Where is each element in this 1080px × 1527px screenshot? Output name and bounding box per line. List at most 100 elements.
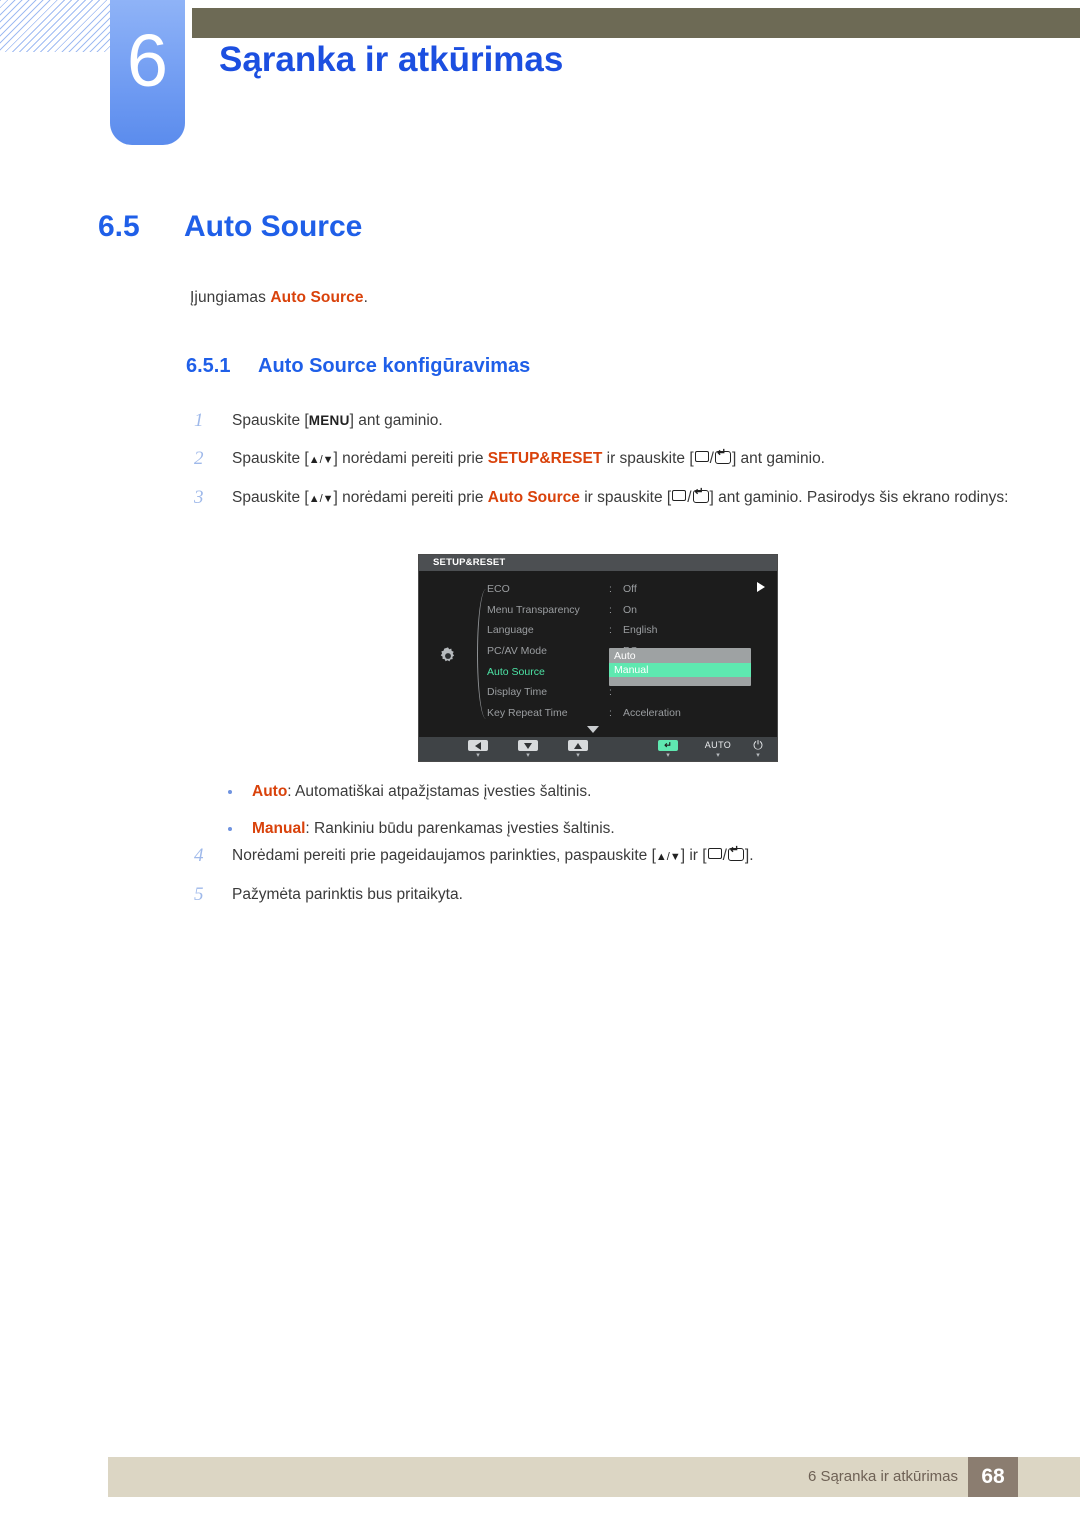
intro-paragraph: Įjungiamas Auto Source. [190,289,368,307]
section-title: Auto Source [184,210,363,243]
key-tick-marker: ▾ [756,752,760,759]
step-number: 3 [194,487,204,508]
osd-popup-option[interactable]: Manual [609,663,751,677]
page-footer: 6 Sąranka ir atkūrimas 68 [108,1457,1080,1497]
decorative-hatch-pattern [0,0,110,52]
gear-icon [440,647,455,662]
box-key-icon [707,848,722,859]
osd-option-popup[interactable]: Auto Manual [609,648,751,686]
step-item: 1 Spauskite [MENU] ant gaminio. [190,408,1020,434]
inline-keyword: Auto Source [487,489,580,506]
up-arrow-glyph [568,740,588,751]
numbered-steps-first: 1 Spauskite [MENU] ant gaminio. 2 Spauskite… [190,408,1020,524]
enter-key-icon [714,448,731,464]
subsection-heading: 6.5.1 Auto Source konfigūravimas [186,355,530,378]
up-arrow-key[interactable]: ▾ [561,740,595,760]
step-text: Spauskite [MENU] ant gaminio. [232,412,443,429]
box-key-icon [672,490,687,501]
step-item: 3 Spauskite [▲/▼] norėdami pereiti prie A… [190,485,1020,512]
section-heading: 6.5 Auto Source [98,210,362,244]
power-icon: ⏻ [753,738,763,752]
step-item: 5 Pažymėta parinktis bus pritaikyta. [190,882,1020,908]
step-number: 1 [194,410,204,431]
step-text: Pažymėta parinktis bus pritaikyta. [232,886,463,903]
step-text: Spauskite [▲/▼] norėdami pereiti prie Au… [232,487,1008,506]
bullet-keyword: Manual [252,820,306,837]
osd-menu-row[interactable]: Key Repeat Time: Acceleration [487,703,779,724]
chapter-number: 6 [126,19,169,102]
bullet-keyword: Auto [252,783,288,800]
footer-chapter-label: 6 Sąranka ir atkūrimas [807,1468,958,1485]
osd-popup-option[interactable]: Auto [609,649,751,663]
intro-prefix: Įjungiamas [190,289,271,306]
osd-row-label: PC/AV Mode [487,645,547,658]
enter-key-icon [727,845,744,861]
osd-row-separator: : [609,603,612,616]
step-item: 2 Spauskite [▲/▼] norėdami pereiti prie S… [190,446,1020,473]
chapter-tab: 6 [110,0,185,145]
enter-key-icon [692,487,709,503]
osd-row-separator: : [609,624,612,637]
osd-menu-screenshot: SETUP&RESET ECO: Off Menu Transparency: On L… [418,554,778,762]
step-number: 4 [194,845,204,866]
subsection-title: Auto Source konfigūravimas [258,355,531,377]
osd-row-value: Acceleration [623,706,681,719]
step-text: Spauskite [▲/▼] norėdami pereiti prie SE… [232,448,825,467]
bullet-item: Manual: Rankiniu būdu parenkamas įvestie… [190,817,1020,841]
osd-row-separator: : [609,583,612,596]
step-text: Norėdami pereiti prie pageidaujamos pari… [232,845,754,864]
numbered-steps-second: 4 Norėdami pereiti prie pageidaujamos par… [190,843,1020,920]
step-number: 5 [194,884,204,905]
step-item: 4 Norėdami pereiti prie pageidaujamos par… [190,843,1020,870]
osd-menu-row[interactable]: Language: English [487,620,779,641]
updown-arrow-icon: ▲/▼ [308,493,334,505]
down-arrow-glyph [518,740,538,751]
right-arrow-icon [757,582,765,592]
enter-key[interactable]: ↵ ▾ [651,740,685,760]
key-tick-marker: ▾ [576,752,580,759]
osd-menu-row[interactable]: Menu Transparency: On [487,600,779,621]
osd-row-value: Off [623,583,637,596]
down-arrow-key[interactable]: ▾ [511,740,545,760]
osd-row-label: Key Repeat Time [487,706,568,719]
osd-row-label: Language [487,624,534,637]
osd-row-separator: : [609,686,612,699]
osd-menu-row[interactable]: ECO: Off [487,579,779,600]
osd-row-label: Auto Source [487,665,545,678]
power-key[interactable]: ⏻ ▾ [741,738,775,760]
bullet-item: Auto: Automatiškai atpažįstamas įvesties… [190,780,1020,804]
subsection-number: 6.5.1 [186,355,231,377]
key-tick-marker: ▾ [716,752,720,759]
osd-row-separator: : [609,706,612,719]
osd-row-value: English [623,624,658,637]
key-tick-marker: ▾ [666,752,670,759]
key-tick-marker: ▾ [526,752,530,759]
enter-key-glyph: ↵ [658,740,678,751]
osd-key-bar: ▾ ▾ ▾ ↵ ▾ AUTO ▾ ⏻ ▾ [419,737,777,761]
intro-keyword: Auto Source [270,289,364,306]
intro-suffix: . [363,289,369,306]
osd-row-label: ECO [487,583,510,596]
updown-arrow-icon: ▲/▼ [308,454,334,466]
inline-keyword: SETUP&RESET [487,450,603,467]
auto-key[interactable]: AUTO ▾ [701,740,735,760]
osd-title: SETUP&RESET [419,555,777,571]
section-number: 6.5 [98,210,140,243]
osd-row-label: Menu Transparency [487,603,580,616]
key-tick-marker: ▾ [476,752,480,759]
box-key-icon [694,451,709,462]
auto-key-label: AUTO [704,740,732,750]
menu-key-label: MENU [308,413,350,428]
page-header: 6 Sąranka ir atkūrimas [0,0,1080,160]
left-arrow-key[interactable]: ▾ [461,740,495,760]
updown-arrow-icon: ▲/▼ [655,851,681,863]
step-number: 2 [194,448,204,469]
left-arrow-glyph [468,740,488,751]
osd-row-label: Display Time [487,686,548,699]
footer-page-number: 68 [968,1457,1018,1497]
header-olive-bar [192,8,1080,38]
chapter-title: Sąranka ir atkūrimas [219,40,564,79]
scroll-down-icon [587,726,599,733]
osd-row-value: On [623,603,638,616]
osd-body: ECO: Off Menu Transparency: On Language: Engl… [419,571,777,737]
